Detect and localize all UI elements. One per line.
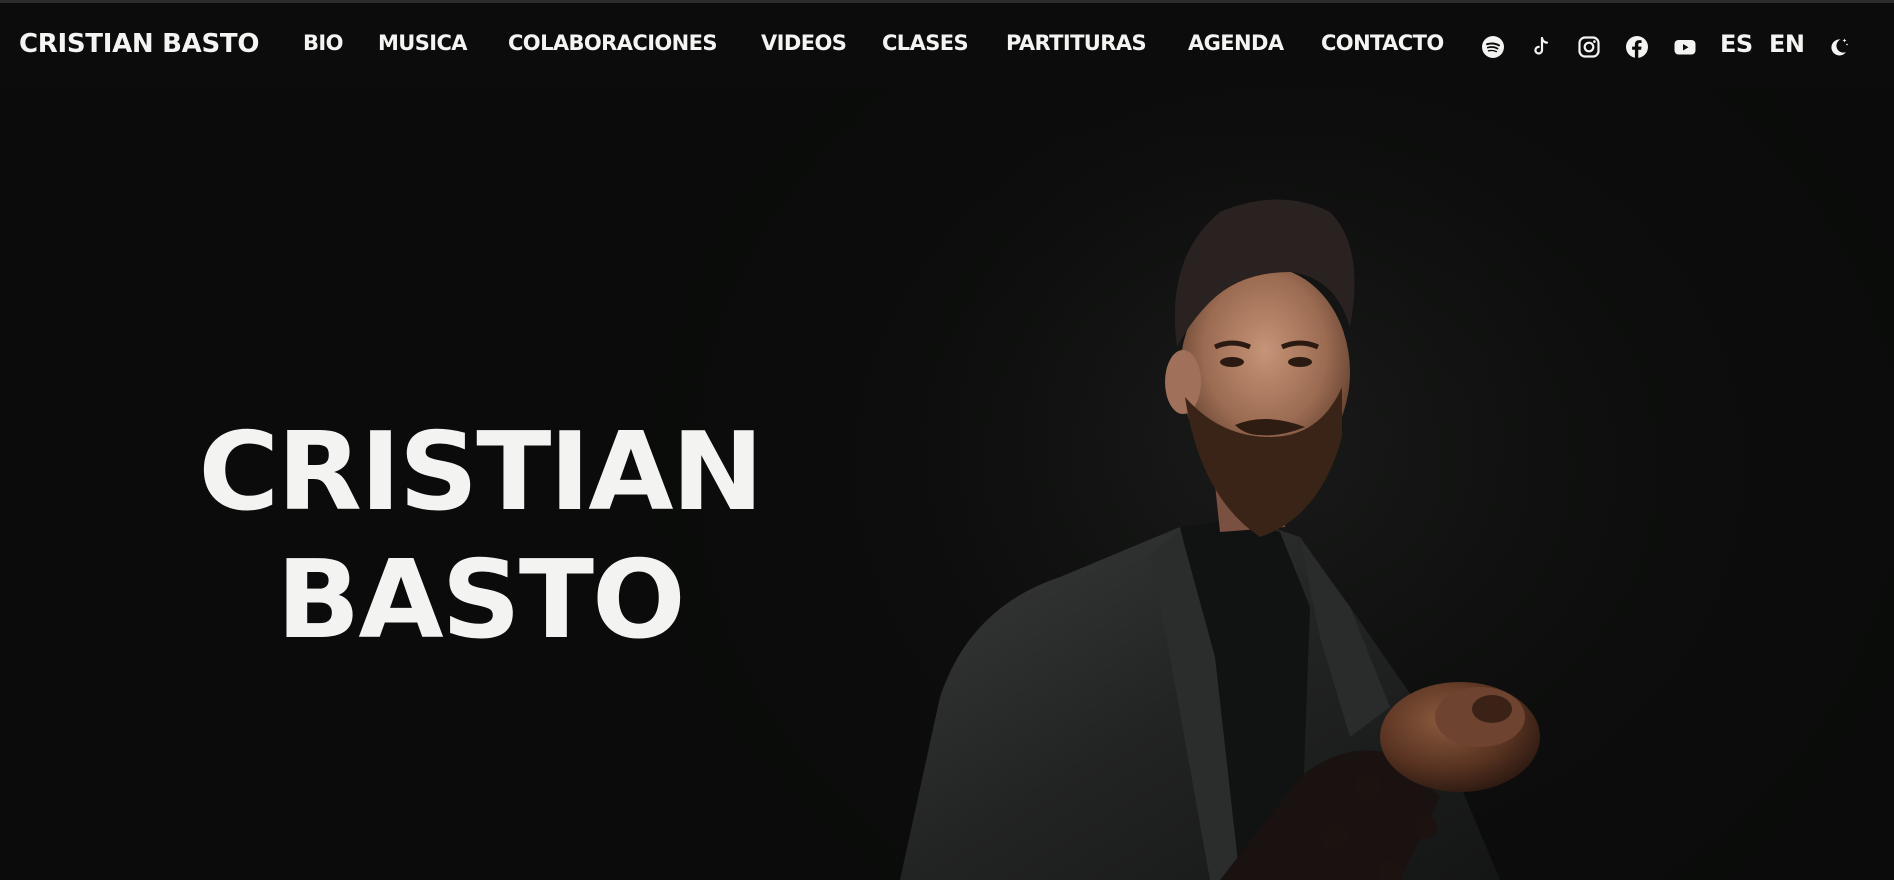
hero-title-line1: CRISTIAN (198, 410, 763, 535)
nav-partituras[interactable]: PARTITURAS (1006, 31, 1147, 55)
hero-portrait-image (880, 137, 1640, 880)
nav-musica[interactable]: MUSICA (378, 31, 468, 55)
tiktok-icon[interactable] (1529, 35, 1553, 59)
nav-colaboraciones[interactable]: COLABORACIONES (508, 31, 718, 55)
nav-agenda[interactable]: AGENDA (1188, 31, 1284, 55)
facebook-icon[interactable] (1625, 35, 1649, 59)
spotify-icon[interactable] (1481, 35, 1505, 59)
hero-title: CRISTIAN BASTO (133, 409, 827, 665)
youtube-icon[interactable] (1673, 35, 1697, 59)
top-navbar: CRISTIAN BASTO BIO MUSICA COLABORACIONES… (0, 3, 1894, 87)
main-nav: BIO MUSICA COLABORACIONES VIDEOS CLASES … (0, 3, 1894, 87)
instagram-icon[interactable] (1577, 35, 1601, 59)
language-es[interactable]: ES (1720, 30, 1753, 58)
hero-section: CRISTIAN BASTO (0, 87, 1894, 880)
moon-icon[interactable] (1826, 35, 1850, 59)
nav-clases[interactable]: CLASES (882, 31, 969, 55)
nav-videos[interactable]: VIDEOS (761, 31, 847, 55)
language-en[interactable]: EN (1769, 30, 1805, 58)
nav-contacto[interactable]: CONTACTO (1321, 31, 1444, 55)
hero-title-line2: BASTO (276, 538, 685, 663)
nav-bio[interactable]: BIO (303, 31, 343, 55)
